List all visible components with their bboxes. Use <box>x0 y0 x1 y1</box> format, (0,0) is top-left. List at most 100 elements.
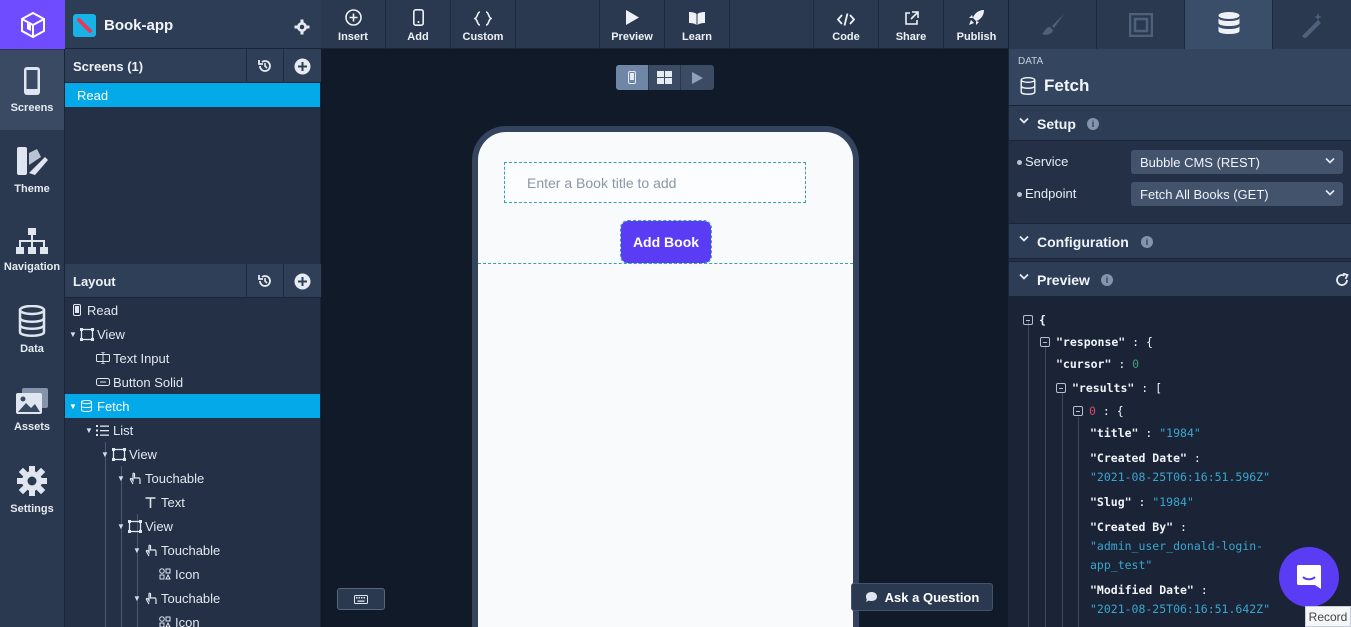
publish-button[interactable]: Publish <box>944 0 1009 49</box>
collapse-toggle[interactable] <box>1056 383 1066 393</box>
tree-item-view[interactable]: ▼ View <box>65 514 320 538</box>
info-icon[interactable]: i <box>1101 274 1113 286</box>
rail-settings[interactable]: Settings <box>0 450 64 530</box>
tab-interactions[interactable] <box>1273 0 1351 49</box>
info-icon[interactable]: i <box>1141 236 1153 248</box>
preview-section-header[interactable]: Preview i <box>1009 261 1351 297</box>
setup-section-header[interactable]: Setup i <box>1009 105 1351 141</box>
layout-history-icon[interactable] <box>246 264 283 298</box>
tree-item-touchable[interactable]: ▼ Touchable <box>65 586 320 610</box>
chevron-down-icon[interactable]: ▼ <box>69 330 79 339</box>
rocket-icon <box>969 10 984 25</box>
device-toggle <box>616 65 714 90</box>
tree-label: View <box>129 446 157 462</box>
collapse-toggle[interactable] <box>1073 406 1083 416</box>
book-title-input[interactable]: Enter a Book title to add <box>504 162 806 203</box>
service-select[interactable]: Bubble CMS (REST) <box>1131 150 1343 174</box>
layout-header: Layout <box>65 264 321 298</box>
refresh-icon[interactable] <box>1335 273 1349 287</box>
json-item-0: 0 : { <box>1073 404 1124 418</box>
phone-icon <box>69 304 84 317</box>
tree-item-text-input[interactable]: Text Input <box>65 346 320 370</box>
tree-item-read[interactable]: Read <box>65 298 320 322</box>
canvas: Enter a Book title to add Add Book Ask a… <box>321 49 1008 627</box>
chevron-down-icon <box>1019 235 1029 242</box>
tree-item-list[interactable]: ▼ List <box>65 418 320 442</box>
keyboard-icon[interactable] <box>337 588 385 610</box>
endpoint-select[interactable]: Fetch All Books (GET) <box>1131 182 1343 206</box>
chevron-down-icon <box>1325 157 1335 164</box>
rail-screens[interactable]: Screens <box>0 50 64 130</box>
tree-item-fetch[interactable]: ▼ Fetch <box>65 394 320 418</box>
insert-button[interactable]: Insert <box>321 0 386 49</box>
tree-label: Button Solid <box>113 374 184 390</box>
tree-item-text[interactable]: Text <box>65 490 320 514</box>
phone-view-icon[interactable] <box>616 65 649 90</box>
tab-layout[interactable] <box>1097 0 1185 49</box>
tree-item-touchable[interactable]: ▼ Touchable <box>65 538 320 562</box>
tree-label: Touchable <box>145 470 205 486</box>
json-guide <box>1078 417 1079 627</box>
plus-circle-icon <box>344 9 362 26</box>
images-icon <box>16 388 48 414</box>
play-view-icon[interactable] <box>681 65 714 90</box>
list-icon <box>95 424 110 437</box>
chevron-down-icon[interactable]: ▼ <box>117 522 127 531</box>
rail-label: Navigation <box>3 261 61 273</box>
code-button[interactable]: Code <box>814 0 879 49</box>
tab-style[interactable] <box>1009 0 1097 49</box>
share-button[interactable]: Share <box>879 0 944 49</box>
top-toolbar: Insert Add Custom Preview Learn Code Sha… <box>321 0 1008 49</box>
chevron-down-icon[interactable]: ▼ <box>117 474 127 483</box>
screens-history-icon[interactable] <box>246 49 283 83</box>
rail-assets[interactable]: Assets <box>0 370 64 450</box>
layout-title: Layout <box>73 274 116 289</box>
grid-view-icon[interactable] <box>649 65 682 90</box>
code-label: Code <box>832 31 860 43</box>
tree-item-icon[interactable]: Icon <box>65 562 320 586</box>
collapse-toggle[interactable] <box>1023 315 1033 325</box>
chevron-down-icon[interactable]: ▼ <box>69 402 79 411</box>
tree-item-view[interactable]: ▼ View <box>65 322 320 346</box>
json-created-date-value: "2021-08-25T06:16:51.596Z" <box>1090 470 1271 484</box>
tree-item-view[interactable]: ▼ View <box>65 442 320 466</box>
custom-button[interactable]: Custom <box>451 0 516 49</box>
chat-launcher-button[interactable] <box>1279 547 1339 607</box>
info-icon[interactable]: i <box>1087 118 1099 130</box>
chevron-down-icon[interactable]: ▼ <box>133 546 143 555</box>
draftbit-logo[interactable] <box>0 0 65 49</box>
ask-question-button[interactable]: Ask a Question <box>851 583 993 611</box>
add-button[interactable]: Add <box>386 0 451 49</box>
collapse-toggle[interactable] <box>1040 337 1050 347</box>
chevron-down-icon[interactable]: ▼ <box>101 450 111 459</box>
tree-label: List <box>113 422 134 438</box>
rail-label: Screens <box>10 102 54 114</box>
configuration-section-header[interactable]: Configuration i <box>1009 223 1351 259</box>
record-badge[interactable]: Record <box>1305 606 1351 627</box>
braces-icon <box>474 11 492 26</box>
app-settings-gear-icon[interactable] <box>294 19 310 38</box>
tree-item-icon[interactable]: Icon <box>65 610 320 627</box>
book-open-icon <box>689 12 705 25</box>
rail-data[interactable]: Data <box>0 290 64 370</box>
json-guide <box>1045 345 1046 627</box>
tree-label: Touchable <box>161 542 221 558</box>
add-component-icon[interactable] <box>283 264 320 298</box>
preview-button[interactable]: Preview <box>600 0 665 49</box>
screen-item-read[interactable]: Read <box>65 83 320 107</box>
tab-data[interactable] <box>1185 0 1273 49</box>
tree-item-touchable[interactable]: ▼ Touchable <box>65 466 320 490</box>
chevron-down-icon[interactable]: ▼ <box>133 594 143 603</box>
add-book-button[interactable]: Add Book <box>620 220 712 264</box>
learn-button[interactable]: Learn <box>665 0 730 49</box>
sitemap-icon <box>16 228 48 254</box>
mobile-icon <box>412 9 424 26</box>
phone-preview: Enter a Book title to add Add Book <box>472 126 859 627</box>
rail-theme[interactable]: Theme <box>0 130 64 210</box>
add-screen-icon[interactable] <box>283 49 320 83</box>
rail-navigation[interactable]: Navigation <box>0 210 64 290</box>
app-icon <box>73 14 96 37</box>
chevron-down-icon[interactable]: ▼ <box>85 426 95 435</box>
data-title: Fetch <box>1044 76 1090 95</box>
tree-item-button-solid[interactable]: Button Solid <box>65 370 320 394</box>
